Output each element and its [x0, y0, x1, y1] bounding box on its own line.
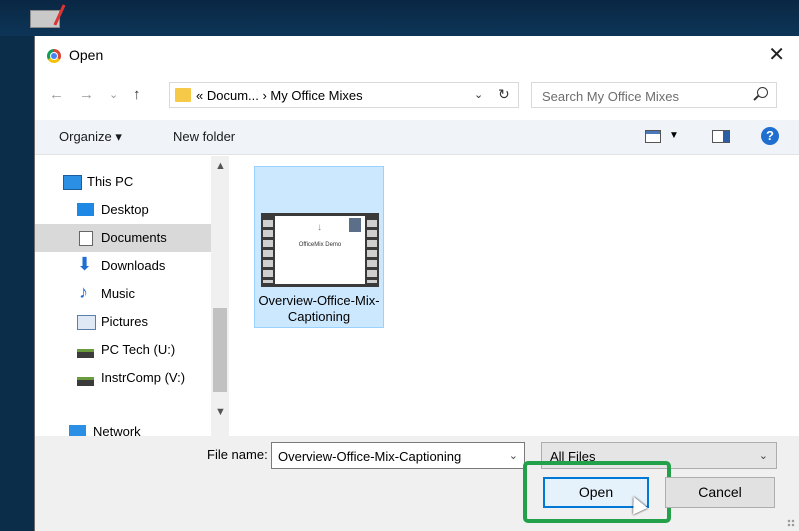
back-arrow-icon[interactable]: ←	[49, 86, 64, 103]
chrome-icon	[47, 49, 61, 63]
sidebar-item-desktop[interactable]: Desktop	[35, 196, 211, 224]
thumbnail-slide: ↓ OfficeMix Demo	[275, 216, 365, 284]
folder-icon	[175, 88, 191, 102]
downloads-icon: ⬇	[77, 254, 93, 274]
sidebar-item-pc-tech[interactable]: PC Tech (U:)	[35, 336, 211, 364]
file-item[interactable]: ↓ OfficeMix Demo Overview-Office-Mix-Cap…	[254, 166, 384, 328]
pc-icon	[63, 175, 82, 190]
pictures-icon	[77, 315, 96, 330]
desktop-icon	[77, 203, 94, 216]
breadcrumb[interactable]: « Docum... › My Office Mixes	[196, 88, 363, 103]
network-drive-icon	[77, 377, 94, 386]
sidebar-item-instrcomp[interactable]: InstrComp (V:)	[35, 364, 211, 392]
music-icon: ♪	[79, 282, 88, 302]
sidebar-item-downloads[interactable]: ⬇ Downloads	[35, 252, 211, 280]
close-icon[interactable]: ✕	[768, 42, 785, 67]
thumbnail-title: OfficeMix Demo	[298, 242, 342, 248]
presenter-video	[349, 218, 361, 232]
organize-menu[interactable]: Organize ▾	[59, 129, 122, 145]
title-bar: Open ✕	[35, 36, 799, 76]
scroll-up-icon[interactable]: ▲	[215, 160, 226, 172]
sidebar-item-label: Downloads	[101, 258, 166, 273]
chevron-down-icon[interactable]: ⌄	[759, 449, 768, 462]
search-box[interactable]	[531, 82, 777, 109]
network-icon	[69, 425, 86, 436]
scroll-thumb[interactable]	[213, 308, 227, 392]
dialog-title: Open	[69, 47, 104, 63]
sidebar-item-pictures[interactable]: Pictures	[35, 308, 211, 336]
resize-grip[interactable]	[787, 519, 795, 527]
change-view-icon[interactable]	[645, 130, 661, 143]
sidebar-item-label: InstrComp (V:)	[101, 370, 186, 385]
new-folder-button[interactable]: New folder	[173, 129, 235, 144]
sidebar-item-label: Pictures	[101, 314, 148, 329]
chevron-down-icon[interactable]: ⌄	[509, 449, 518, 462]
file-name-field-label: File name:	[207, 447, 268, 462]
sidebar-item-label: Desktop	[101, 202, 149, 217]
documents-icon	[79, 231, 93, 246]
file-list: ↓ OfficeMix Demo Overview-Office-Mix-Cap…	[233, 156, 799, 436]
sidebar-item-label: This PC	[87, 174, 134, 189]
navigation-pane: This PC Desktop Documents ⬇ Downloads ♪ …	[35, 156, 231, 436]
up-arrow-icon[interactable]: ↑	[133, 86, 141, 103]
scroll-down-icon[interactable]: ▼	[215, 406, 226, 418]
film-strip	[367, 217, 377, 283]
sidebar-scrollbar[interactable]: ▲ ▼	[211, 156, 229, 436]
view-options-icon[interactable]: ▼	[669, 130, 679, 141]
file-name-label: Overview-Office-Mix-Captioning	[258, 293, 380, 324]
sidebar-item-this-pc[interactable]: This PC	[35, 168, 211, 196]
arrow-icon: ↓	[317, 222, 322, 233]
forward-arrow-icon[interactable]: →	[79, 86, 94, 103]
sidebar-item-label: Music	[101, 286, 135, 301]
address-bar[interactable]: « Docum... › My Office Mixes ⌄ ↻	[169, 82, 519, 108]
search-input[interactable]	[532, 83, 754, 109]
sidebar-item-documents[interactable]: Documents	[35, 224, 211, 252]
sidebar-item-label: Network	[93, 424, 141, 436]
navigation-bar: ← → ⌄ ↑ « Docum... › My Office Mixes ⌄ ↻	[35, 80, 799, 112]
preview-pane-icon[interactable]	[712, 130, 730, 143]
sidebar-item-network[interactable]: Network	[35, 418, 211, 436]
open-dialog: Open ✕ ← → ⌄ ↑ « Docum... › My Office Mi…	[34, 36, 799, 531]
search-icon[interactable]	[757, 87, 768, 98]
file-name-value[interactable]: Overview-Office-Mix-Captioning	[278, 449, 461, 464]
file-name-field[interactable]: Overview-Office-Mix-Captioning ⌄	[271, 442, 525, 469]
film-strip	[263, 217, 273, 283]
cancel-button[interactable]: Cancel	[665, 477, 775, 508]
refresh-icon[interactable]: ↻	[498, 86, 510, 103]
chevron-down-icon[interactable]: ⌄	[474, 88, 483, 101]
sidebar-item-music[interactable]: ♪ Music	[35, 280, 211, 308]
command-bar: Organize ▾ New folder ▼ ?	[35, 120, 799, 155]
sidebar-item-label: Documents	[101, 230, 167, 245]
help-icon[interactable]: ?	[761, 127, 779, 145]
network-drive-icon	[77, 349, 94, 358]
desktop-background	[0, 0, 799, 36]
video-thumbnail: ↓ OfficeMix Demo	[261, 213, 379, 287]
sidebar-item-label: PC Tech (U:)	[101, 342, 176, 357]
recent-locations-icon[interactable]: ⌄	[109, 88, 118, 101]
